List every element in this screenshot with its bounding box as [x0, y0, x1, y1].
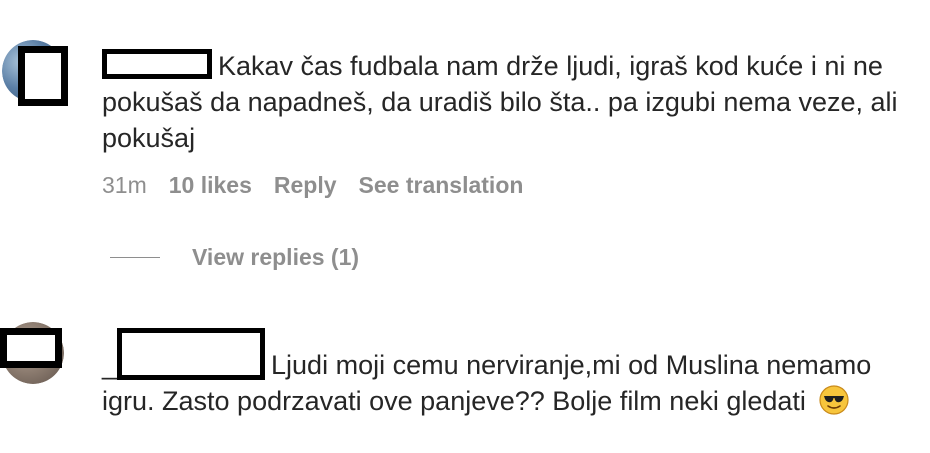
username-redaction[interactable] — [117, 328, 266, 380]
comment-body: _ Ljudi moji cemu nerviranje,mi od Muslin… — [102, 328, 902, 419]
avatar-redaction — [0, 328, 62, 368]
comment-1: Kakav čas fudbala nam drže ljudi, igraš … — [0, 0, 930, 280]
likes-count[interactable]: 10 likes — [169, 172, 252, 199]
avatar-redaction — [18, 46, 68, 106]
sunglasses-emoji-icon — [819, 385, 850, 415]
username-redaction[interactable] — [102, 49, 212, 79]
divider-line — [110, 257, 160, 258]
comment-text: Kakav čas fudbala nam drže ljudi, igraš … — [102, 51, 898, 153]
comment-body: Kakav čas fudbala nam drže ljudi, igraš … — [102, 48, 902, 156]
comment-2: _ Ljudi moji cemu nerviranje,mi od Muslin… — [0, 290, 930, 453]
comment-timestamp: 31m — [102, 172, 147, 198]
view-replies-label: View replies (1) — [192, 244, 360, 270]
comment-meta: 31m 10 likes Reply See translation — [102, 172, 523, 199]
username-prefix: _ — [102, 350, 118, 380]
view-replies-button[interactable]: View replies (1) — [110, 244, 359, 271]
see-translation-button[interactable]: See translation — [359, 172, 524, 199]
reply-button[interactable]: Reply — [274, 172, 337, 199]
